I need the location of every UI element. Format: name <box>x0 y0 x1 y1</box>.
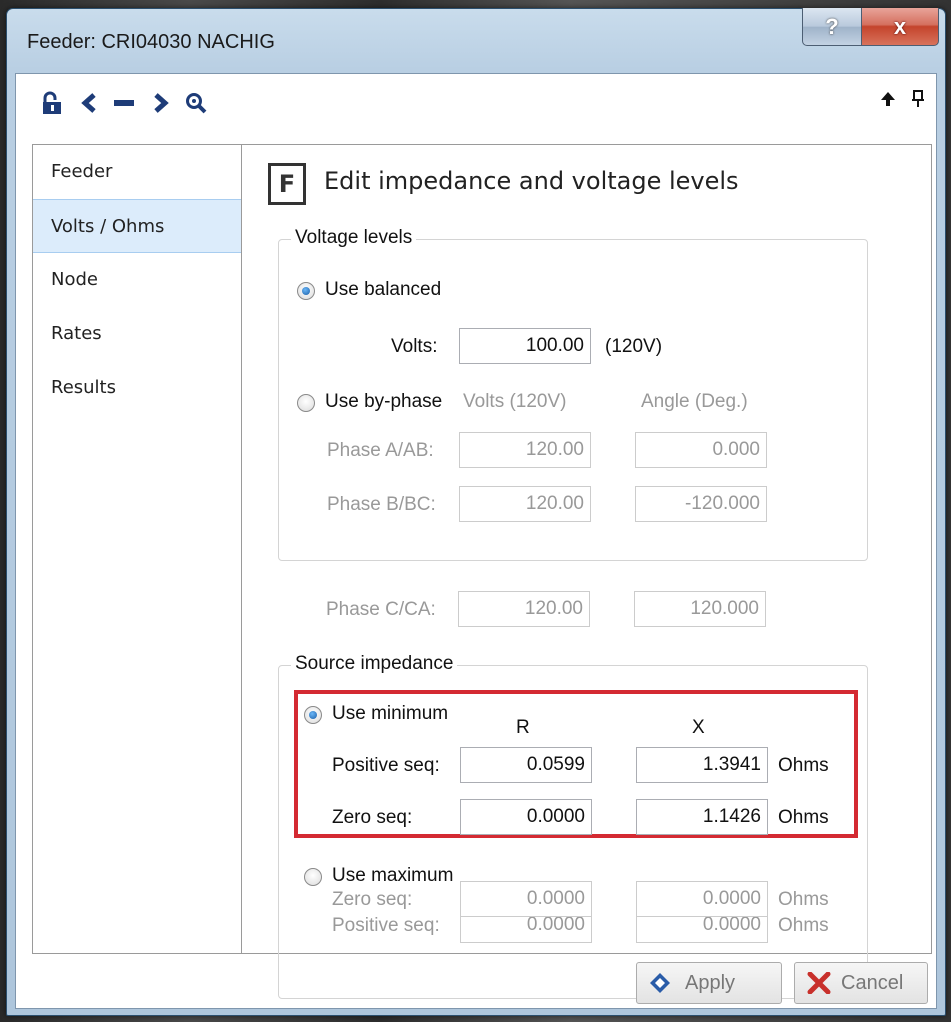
help-icon: ? <box>825 13 839 39</box>
footer-bar: Apply Cancel <box>16 962 936 1010</box>
use-balanced-radio[interactable] <box>297 282 315 300</box>
feeder-dialog: Feeder: CRI04030 NACHIG ? x Feeder Volts… <box>6 8 946 1016</box>
volts-unit: (120V) <box>605 336 663 357</box>
forward-icon[interactable] <box>146 90 174 116</box>
side-navigation: Feeder Volts / Ohms Node Rates Results <box>32 144 242 954</box>
voltage-levels-group: Voltage levels Use balanced Volts: 100.0… <box>278 227 868 561</box>
nav-item-results[interactable]: Results <box>33 361 241 415</box>
nav-item-feeder[interactable]: Feeder <box>33 145 241 199</box>
by-phase-volts-header: Volts (120V) <box>463 391 567 412</box>
by-phase-angle-header: Angle (Deg.) <box>641 391 748 412</box>
min-r-header: R <box>516 717 530 738</box>
dialog-client: Feeder Volts / Ohms Node Rates Results F… <box>15 73 937 1009</box>
apply-button[interactable]: Apply <box>636 962 782 1004</box>
phase-a-angle-field[interactable]: 0.000 <box>635 432 767 468</box>
minus-icon[interactable] <box>110 90 138 116</box>
lock-icon[interactable] <box>38 90 66 116</box>
use-maximum-radio[interactable] <box>304 868 322 886</box>
cancel-label: Cancel <box>841 971 904 994</box>
min-positive-unit: Ohms <box>778 755 829 776</box>
nav-item-volts-ohms[interactable]: Volts / Ohms <box>33 199 241 253</box>
use-balanced-label: Use balanced <box>325 279 442 300</box>
phase-b-angle-field[interactable]: -120.000 <box>635 486 767 522</box>
use-by-phase-radio[interactable] <box>297 394 315 412</box>
min-positive-x-field[interactable]: 1.3941 <box>636 747 768 783</box>
min-zero-seq-label: Zero seq: <box>332 807 413 828</box>
toolbar <box>16 74 936 132</box>
max-zero-x-field[interactable]: 0.0000 <box>636 881 768 917</box>
use-maximum-label: Use maximum <box>332 865 454 886</box>
max-positive-seq-label: Positive seq: <box>332 915 440 936</box>
phase-b-volts-field[interactable]: 120.00 <box>459 486 591 522</box>
max-zero-r-field[interactable]: 0.0000 <box>460 881 592 917</box>
close-button[interactable]: x <box>861 8 939 46</box>
volts-label: Volts: <box>391 336 438 357</box>
zoom-icon[interactable] <box>182 90 210 116</box>
phase-a-volts-field[interactable]: 120.00 <box>459 432 591 468</box>
min-zero-r-field[interactable]: 0.0000 <box>460 799 592 835</box>
use-minimum-radio[interactable] <box>304 706 322 724</box>
max-zero-unit: Ohms <box>778 889 829 910</box>
phase-a-label: Phase A/AB: <box>327 440 434 461</box>
title-bar[interactable]: Feeder: CRI04030 NACHIG ? x <box>7 8 945 73</box>
min-zero-unit: Ohms <box>778 807 829 828</box>
max-positive-unit: Ohms <box>778 915 829 936</box>
use-minimum-label: Use minimum <box>332 703 449 724</box>
main-panel: F Edit impedance and voltage levels Volt… <box>242 144 932 999</box>
phase-b-label: Phase B/BC: <box>327 494 436 515</box>
phase-c-angle-field[interactable]: 120.000 <box>634 591 766 627</box>
volts-field[interactable]: 100.00 <box>459 328 591 364</box>
window-title: Feeder: CRI04030 NACHIG <box>27 31 275 53</box>
voltage-levels-title: Voltage levels <box>291 227 417 249</box>
help-button[interactable]: ? <box>802 8 862 46</box>
cancel-button[interactable]: Cancel <box>794 962 928 1004</box>
phase-c-volts-field[interactable]: 120.00 <box>458 591 590 627</box>
min-x-header: X <box>692 717 705 738</box>
min-positive-r-field[interactable]: 0.0599 <box>460 747 592 783</box>
nav-item-node[interactable]: Node <box>33 253 241 307</box>
back-icon[interactable] <box>76 90 104 116</box>
max-zero-seq-label: Zero seq: <box>332 889 413 910</box>
cancel-x-icon <box>807 972 831 994</box>
f-badge-icon: F <box>268 163 306 205</box>
use-by-phase-label: Use by-phase <box>325 391 443 412</box>
min-zero-x-field[interactable]: 1.1426 <box>636 799 768 835</box>
min-positive-seq-label: Positive seq: <box>332 755 440 776</box>
page-title: Edit impedance and voltage levels <box>324 167 739 195</box>
apply-diamond-icon <box>649 972 671 994</box>
apply-label: Apply <box>685 971 736 994</box>
nav-item-rates[interactable]: Rates <box>33 307 241 361</box>
source-impedance-title: Source impedance <box>291 653 458 675</box>
pin-icon[interactable] <box>904 86 932 112</box>
phase-c-label: Phase C/CA: <box>326 599 436 620</box>
up-arrow-icon[interactable] <box>874 86 902 112</box>
close-icon: x <box>893 13 907 39</box>
